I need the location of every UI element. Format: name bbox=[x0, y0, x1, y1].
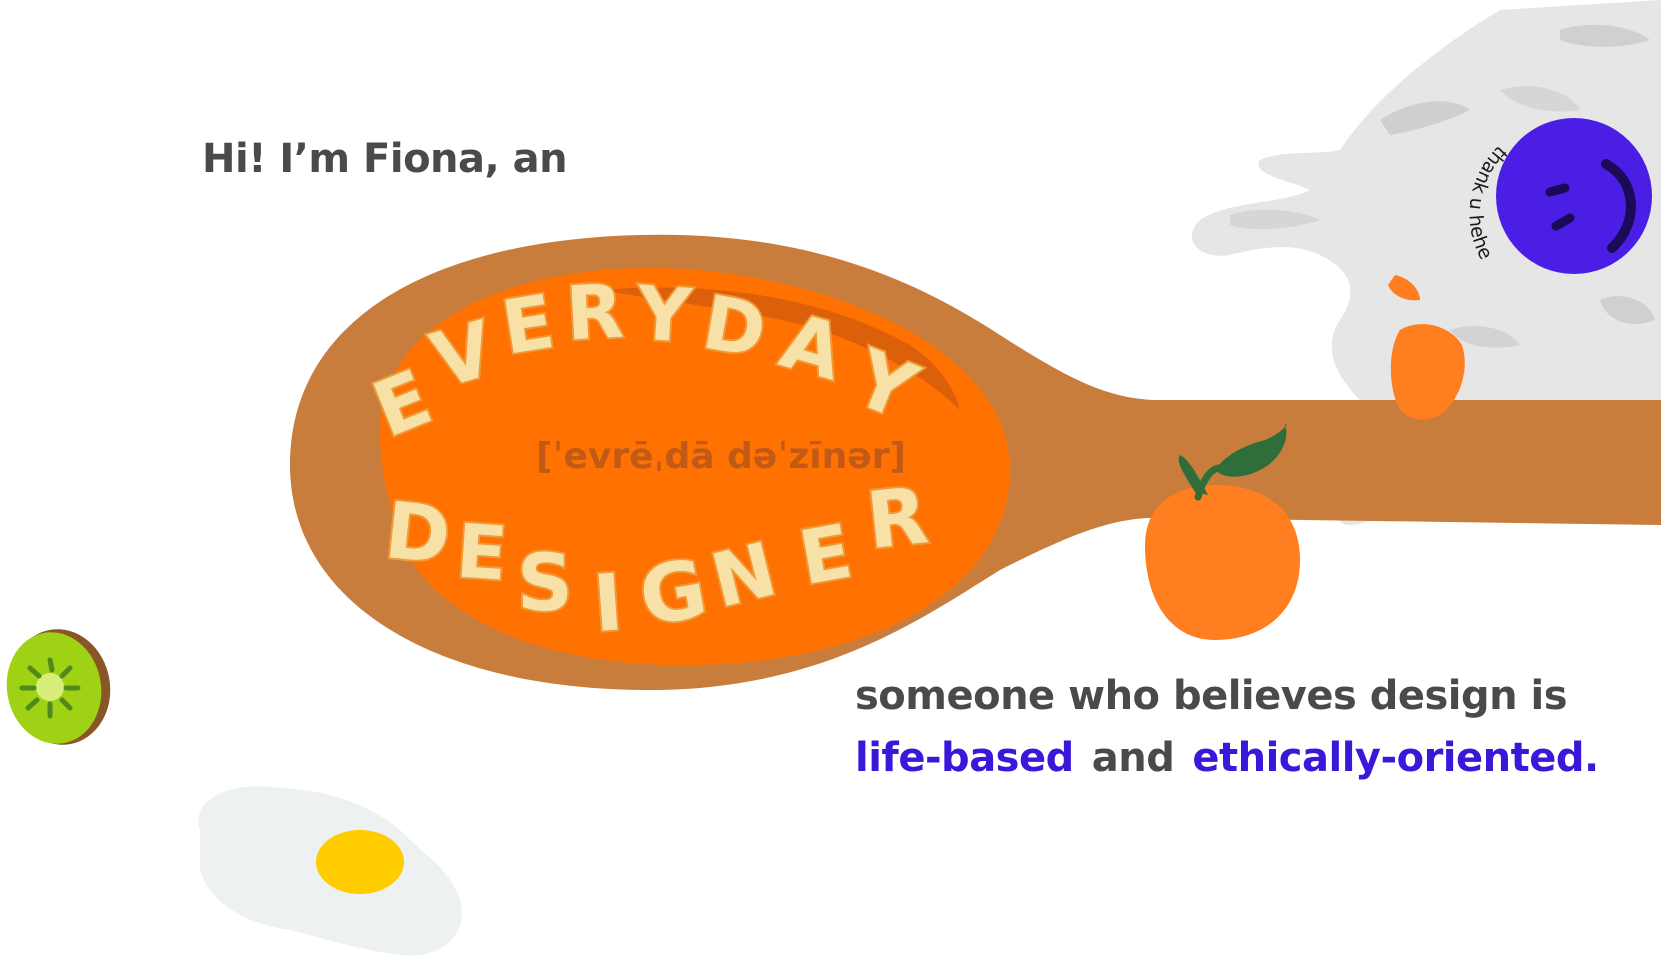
intro-text: Hi! I’m Fiona, an bbox=[202, 136, 568, 182]
highlight-ethically-oriented: ethically-oriented. bbox=[1192, 735, 1599, 781]
kiwi-icon bbox=[6, 629, 111, 745]
designer-letter-1: E bbox=[454, 508, 510, 597]
tagline-line2: life-based and ethically-oriented. bbox=[855, 727, 1599, 789]
designer-letter-7: R bbox=[863, 471, 932, 567]
everyday-letter-4: Y bbox=[633, 270, 695, 360]
tagline-line1: someone who believes design is bbox=[855, 673, 1568, 719]
tagline: someone who believes design is life-base… bbox=[855, 665, 1599, 789]
smiley-icon[interactable] bbox=[1496, 118, 1652, 274]
fried-egg-icon bbox=[198, 786, 462, 956]
phonetic-transcription: [ˈevrēˌdā dəˈzīnər] bbox=[536, 436, 906, 477]
designer-letter-0: D bbox=[381, 486, 455, 582]
designer-letter-2: S bbox=[517, 539, 573, 629]
everyday-letter-3: R bbox=[564, 269, 625, 358]
tagline-connector: and bbox=[1091, 735, 1175, 781]
highlight-life-based: life-based bbox=[855, 735, 1074, 781]
